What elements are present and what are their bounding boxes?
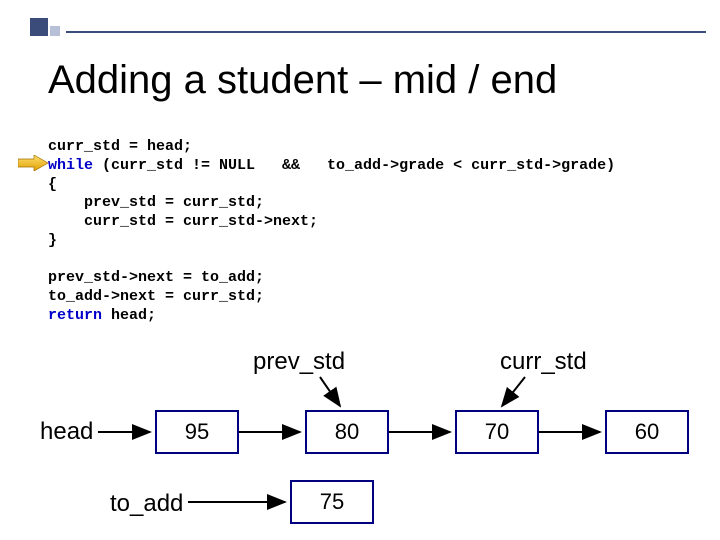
keyword-return: return bbox=[48, 307, 102, 324]
keyword-while: while bbox=[48, 157, 93, 174]
code-line: { bbox=[48, 176, 57, 193]
code-line: prev_std->next = to_add; bbox=[48, 269, 264, 286]
label-prev-std: prev_std bbox=[253, 348, 345, 376]
code-line: curr_std = curr_std->next; bbox=[48, 213, 318, 230]
node-80: 80 bbox=[305, 410, 389, 454]
deco-square-large bbox=[30, 18, 48, 36]
header-decoration bbox=[30, 18, 706, 36]
node-95: 95 bbox=[155, 410, 239, 454]
code-pointer-arrow-icon bbox=[18, 155, 48, 171]
node-70: 70 bbox=[455, 410, 539, 454]
code-line: (curr_std != NULL && to_add->grade < cur… bbox=[93, 157, 615, 174]
node-75: 75 bbox=[290, 480, 374, 524]
code-line: head; bbox=[102, 307, 156, 324]
code-line: prev_std = curr_std; bbox=[48, 194, 264, 211]
deco-square-small bbox=[50, 26, 60, 36]
label-curr-std: curr_std bbox=[500, 348, 587, 376]
label-to-add: to_add bbox=[110, 490, 183, 518]
slide-title: Adding a student – mid / end bbox=[48, 58, 557, 103]
code-line: curr_std = head; bbox=[48, 138, 192, 155]
code-block: curr_std = head; while (curr_std != NULL… bbox=[48, 138, 615, 326]
label-head: head bbox=[40, 418, 93, 446]
deco-line bbox=[66, 31, 706, 33]
node-60: 60 bbox=[605, 410, 689, 454]
code-line: } bbox=[48, 232, 57, 249]
code-line: to_add->next = curr_std; bbox=[48, 288, 264, 305]
